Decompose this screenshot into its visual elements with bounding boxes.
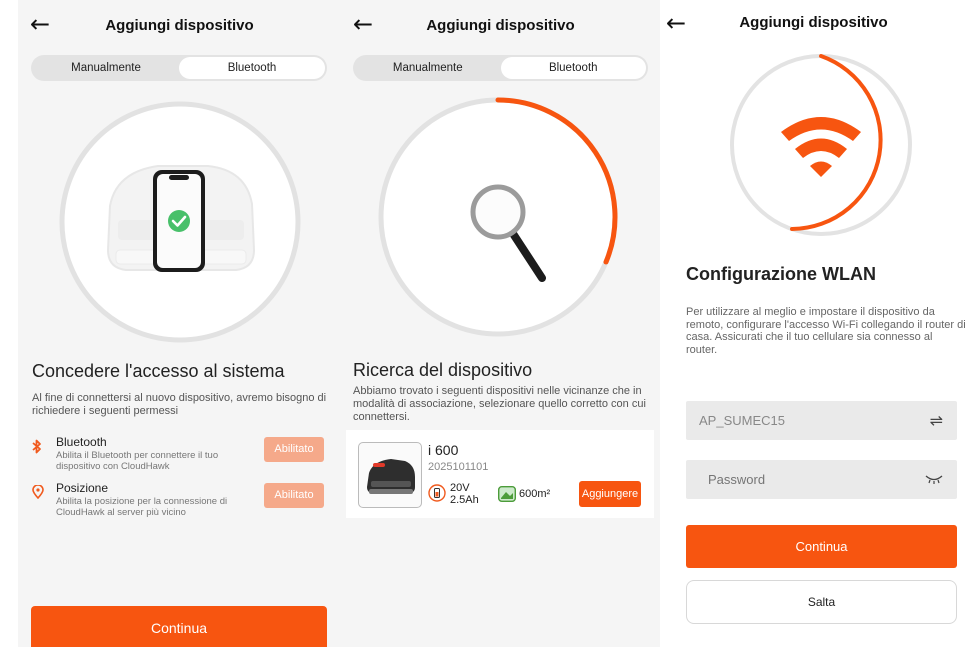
- page-title: Aggiungi dispositivo: [105, 17, 254, 34]
- permission-desc: Abilita la posizione per la connessione …: [56, 496, 228, 518]
- add-device-button[interactable]: Aggiungere: [579, 481, 641, 507]
- permission-desc: Abilita il Bluetooth per connettere il t…: [56, 450, 219, 472]
- battery-voltage: 20V: [450, 482, 470, 494]
- header: ← Aggiungi dispositivo: [341, 0, 660, 55]
- section-heading: Configurazione WLAN: [686, 264, 876, 284]
- phone-mower-illustration: [59, 101, 301, 343]
- wifi-progress-ring: [730, 54, 912, 236]
- tab-manual[interactable]: Manualmente: [33, 57, 179, 79]
- ssid-field[interactable]: ⇌: [686, 401, 957, 440]
- wlan-config-screen: ← Aggiungi dispositivo Configurazione WL…: [660, 0, 967, 647]
- section-heading: Concedere l'accesso al sistema: [32, 361, 285, 381]
- battery-icon: [428, 484, 446, 505]
- device-name: i 600: [428, 442, 459, 458]
- intro-text: Al fine di connettersi al nuovo disposit…: [32, 392, 327, 417]
- header: ← Aggiungi dispositivo: [660, 0, 967, 55]
- ssid-input[interactable]: [686, 401, 917, 440]
- permission-title: Posizione: [56, 481, 109, 495]
- lawn-area-icon: [497, 485, 517, 505]
- mode-segmented-control: Manualmente Bluetooth: [31, 55, 327, 81]
- permission-location: Posizione Abilita la posizione per la co…: [32, 481, 327, 521]
- intro-text: Per utilizzare al meglio e impostare il …: [686, 306, 966, 356]
- header: ← Aggiungi dispositivo: [18, 0, 341, 55]
- password-input[interactable]: [686, 460, 917, 499]
- mode-segmented-control: Manualmente Bluetooth: [353, 55, 648, 81]
- eye-closed-icon[interactable]: [925, 471, 943, 490]
- password-field[interactable]: [686, 460, 957, 499]
- location-enabled-button[interactable]: Abilitato: [264, 483, 324, 508]
- bluetooth-permission-screen: ← Aggiungi dispositivo Manualmente Bluet…: [18, 0, 341, 647]
- skip-button[interactable]: Salta: [686, 580, 957, 624]
- page-title: Aggiungi dispositivo: [426, 17, 575, 34]
- mower-thumbnail: [358, 442, 422, 508]
- device-serial: 2025101101: [428, 461, 489, 473]
- location-pin-icon: [32, 484, 44, 503]
- search-progress-ring: [378, 97, 618, 337]
- tab-bluetooth[interactable]: Bluetooth: [500, 57, 646, 79]
- page-title: Aggiungi dispositivo: [739, 14, 888, 31]
- swap-network-icon[interactable]: ⇌: [930, 411, 943, 430]
- tab-bluetooth[interactable]: Bluetooth: [179, 57, 325, 79]
- continue-button[interactable]: Continua: [686, 525, 957, 568]
- bluetooth-icon: [32, 439, 42, 458]
- area-value: 600m²: [519, 488, 551, 500]
- section-heading: Ricerca del dispositivo: [353, 360, 533, 380]
- bluetooth-enabled-button[interactable]: Abilitato: [264, 437, 324, 462]
- intro-text: Abbiamo trovato i seguenti dispositivi n…: [353, 385, 646, 423]
- battery-capacity: 2.5Ah: [450, 494, 479, 506]
- tab-manual[interactable]: Manualmente: [355, 57, 501, 79]
- device-card[interactable]: i 600 2025101101 20V 2.5Ah 600m² Aggiung…: [346, 430, 654, 518]
- permission-bluetooth: Bluetooth Abilita il Bluetooth per conne…: [32, 435, 327, 475]
- permission-title: Bluetooth: [56, 435, 107, 449]
- device-search-screen: ← Aggiungi dispositivo Manualmente Bluet…: [341, 0, 660, 647]
- continue-button[interactable]: Continua: [31, 606, 327, 647]
